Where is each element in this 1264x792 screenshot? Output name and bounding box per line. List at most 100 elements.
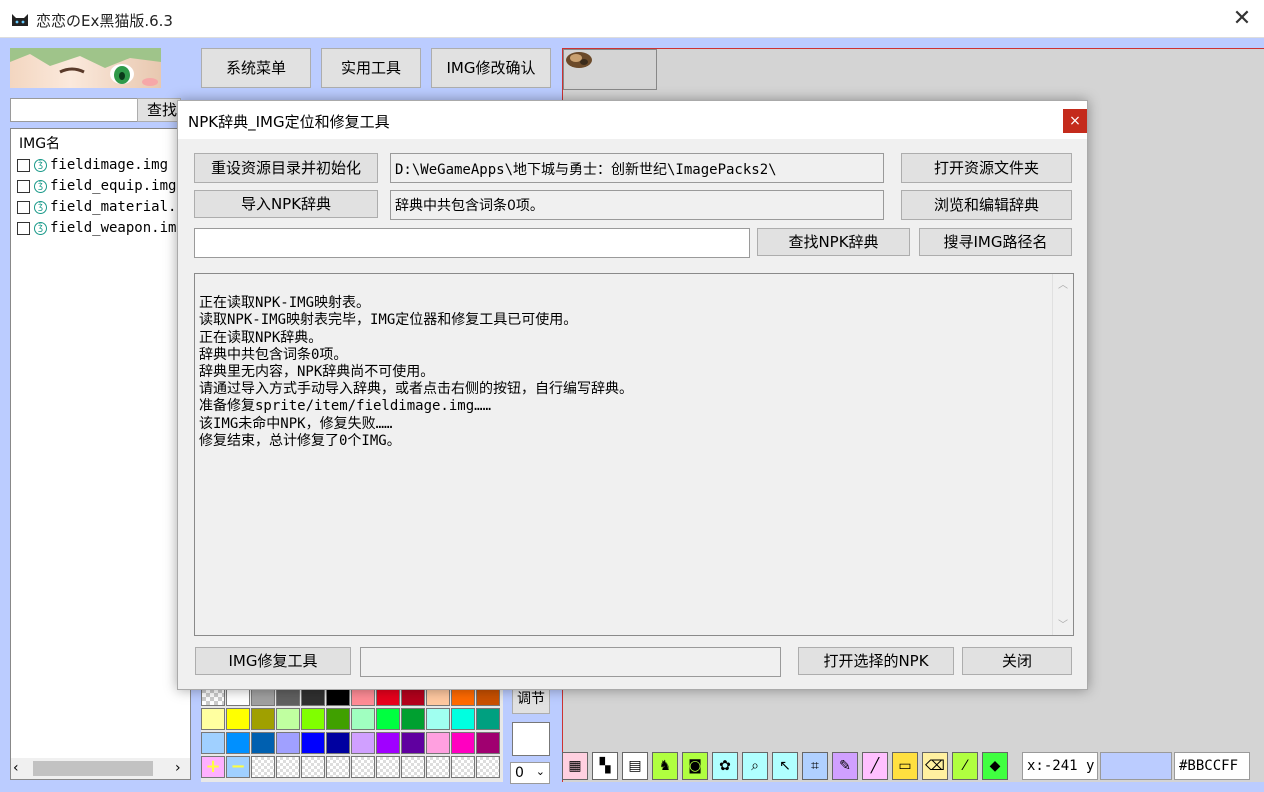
eraser-tool-icon[interactable]: ⌫ — [922, 752, 948, 780]
query-input[interactable] — [194, 228, 750, 258]
log-vertical-scrollbar[interactable]: ︿ ﹀ — [1052, 274, 1073, 635]
selected-npk-field[interactable] — [360, 647, 781, 677]
move-tool-icon[interactable]: ↖ — [772, 752, 798, 780]
window-close-icon[interactable]: ✕ — [1228, 6, 1256, 32]
palette-tool-icon[interactable]: ▚ — [592, 752, 618, 780]
empty-swatch[interactable] — [301, 756, 325, 778]
img-file-list[interactable]: IMG名 ǯ fieldimage.img ǯ field_equip.img ǯf… — [10, 128, 202, 780]
palette-swatch[interactable] — [301, 708, 325, 730]
empty-swatch[interactable] — [326, 756, 350, 778]
palette-swatch[interactable] — [426, 708, 450, 730]
resource-path-field[interactable]: D:\WeGameApps\地下城与勇士：创新世纪\ImagePacks2\ — [390, 153, 884, 183]
empty-swatch[interactable] — [251, 756, 275, 778]
horizontal-scrollbar[interactable]: ‹ › — [11, 758, 190, 779]
system-menu-button[interactable]: 系统菜单 — [201, 48, 311, 88]
log-line: 正在读取NPK-IMG映射表。 — [199, 295, 371, 312]
palette-swatch[interactable] — [251, 708, 275, 730]
list-item[interactable]: ǯ fieldimage.img — [17, 155, 168, 175]
img-repair-tool-button[interactable]: IMG修复工具 — [195, 647, 351, 675]
palette-swatch[interactable] — [476, 732, 500, 754]
list-item[interactable]: ǯ field_equip.img — [17, 176, 176, 196]
palette-swatch[interactable] — [376, 732, 400, 754]
open-selected-npk-button[interactable]: 打开选择的NPK — [798, 647, 954, 675]
palette-swatch[interactable] — [376, 708, 400, 730]
empty-swatch[interactable] — [426, 756, 450, 778]
current-color-preview[interactable] — [512, 722, 550, 756]
import-npk-dict-button[interactable]: 导入NPK辞典 — [194, 190, 378, 218]
window-title: 恋恋のEx黑猫版.6.3 — [36, 12, 173, 30]
palette-swatch[interactable] — [426, 732, 450, 754]
log-line: 正在读取NPK辞典。 — [199, 329, 323, 346]
sprite-thumbnail-icon — [566, 52, 592, 68]
palette-swatch[interactable] — [451, 708, 475, 730]
magnifier-icon[interactable]: ⌕ — [742, 752, 768, 780]
opacity-value: 0 — [515, 765, 524, 781]
crop-tool-icon[interactable]: ⌗ — [802, 752, 828, 780]
close-button[interactable]: 关闭 — [962, 647, 1072, 675]
scroll-right-icon[interactable]: › — [175, 760, 181, 776]
opacity-select[interactable]: 0 ⌄ — [510, 762, 550, 784]
log-line: 辞典里无内容，NPK辞典尚不可使用。 — [199, 364, 435, 381]
item-checkbox[interactable] — [17, 221, 30, 235]
palette-swatch[interactable] — [401, 708, 425, 730]
color-palette: + − — [201, 684, 503, 782]
layer-tool-icon[interactable]: ▦ — [562, 752, 588, 780]
line-tool-icon[interactable]: ╱ — [862, 752, 888, 780]
img-confirm-button[interactable]: IMG修改确认 — [431, 48, 551, 88]
animal-tool-icon[interactable]: ♞ — [652, 752, 678, 780]
rectangle-tool-icon[interactable]: ▭ — [892, 752, 918, 780]
search-input[interactable] — [10, 98, 138, 122]
palette-swatch[interactable] — [226, 708, 250, 730]
item-checkbox[interactable] — [17, 158, 30, 172]
palette-swatch[interactable] — [451, 732, 475, 754]
palette-swatch[interactable] — [351, 732, 375, 754]
palette-swatch[interactable] — [326, 732, 350, 754]
palette-swatch[interactable] — [276, 732, 300, 754]
film-tool-icon[interactable]: ▤ — [622, 752, 648, 780]
palette-swatch[interactable] — [226, 732, 250, 754]
pencil-tool-icon[interactable]: ✎ — [832, 752, 858, 780]
empty-swatch[interactable] — [451, 756, 475, 778]
reset-resource-dir-button[interactable]: 重设资源目录并初始化 — [194, 153, 378, 183]
palette-swatch[interactable] — [251, 732, 275, 754]
empty-swatch[interactable] — [401, 756, 425, 778]
log-line: 修复结束，总计修复了0个IMG。 — [199, 432, 401, 449]
list-item[interactable]: ǯ field_material.img — [17, 197, 202, 217]
palette-swatch[interactable] — [301, 732, 325, 754]
list-item[interactable]: ǯ field_weapon.img — [17, 218, 185, 238]
palette-swatch[interactable] — [401, 732, 425, 754]
search-img-path-button[interactable]: 搜寻IMG路径名 — [919, 228, 1072, 256]
palette-swatch[interactable] — [326, 708, 350, 730]
open-resource-folder-button[interactable]: 打开资源文件夹 — [901, 153, 1072, 183]
browse-edit-dict-button[interactable]: 浏览和编辑辞典 — [901, 190, 1072, 220]
remove-color-icon[interactable]: − — [226, 756, 250, 778]
scroll-up-icon[interactable]: ︿ — [1053, 276, 1073, 291]
camera-tool-icon[interactable]: ◙ — [682, 752, 708, 780]
palette-swatch[interactable] — [276, 708, 300, 730]
fill-tool-icon[interactable]: ◆ — [982, 752, 1008, 780]
eyedropper-tool-icon[interactable]: ⁄ — [952, 752, 978, 780]
palette-swatch[interactable] — [201, 708, 225, 730]
find-npk-dict-button[interactable]: 查找NPK辞典 — [757, 228, 910, 256]
search-button[interactable]: 查找 — [137, 98, 181, 122]
scroll-thumb[interactable] — [33, 761, 153, 776]
paw-tool-icon[interactable]: ✿ — [712, 752, 738, 780]
item-checkbox[interactable] — [17, 179, 30, 193]
add-color-icon[interactable]: + — [201, 756, 225, 778]
log-output[interactable]: 正在读取NPK-IMG映射表。 读取NPK-IMG映射表完毕，IMG定位器和修复工… — [194, 273, 1074, 636]
item-checkbox[interactable] — [17, 200, 30, 214]
empty-swatch[interactable] — [351, 756, 375, 778]
coordinates-display: x:-241 y — [1022, 752, 1098, 780]
tools-button[interactable]: 实用工具 — [321, 48, 421, 88]
log-line: 读取NPK-IMG映射表完毕，IMG定位器和修复工具已可使用。 — [199, 312, 578, 329]
empty-swatch[interactable] — [376, 756, 400, 778]
log-text: 正在读取NPK-IMG映射表。 读取NPK-IMG映射表完毕，IMG定位器和修复工… — [199, 278, 633, 484]
dialog-close-icon[interactable]: × — [1063, 109, 1087, 133]
palette-swatch[interactable] — [476, 708, 500, 730]
empty-swatch[interactable] — [476, 756, 500, 778]
scroll-down-icon[interactable]: ﹀ — [1053, 616, 1073, 631]
empty-swatch[interactable] — [276, 756, 300, 778]
palette-swatch[interactable] — [351, 708, 375, 730]
palette-swatch[interactable] — [201, 732, 225, 754]
scroll-left-icon[interactable]: ‹ — [13, 760, 19, 776]
